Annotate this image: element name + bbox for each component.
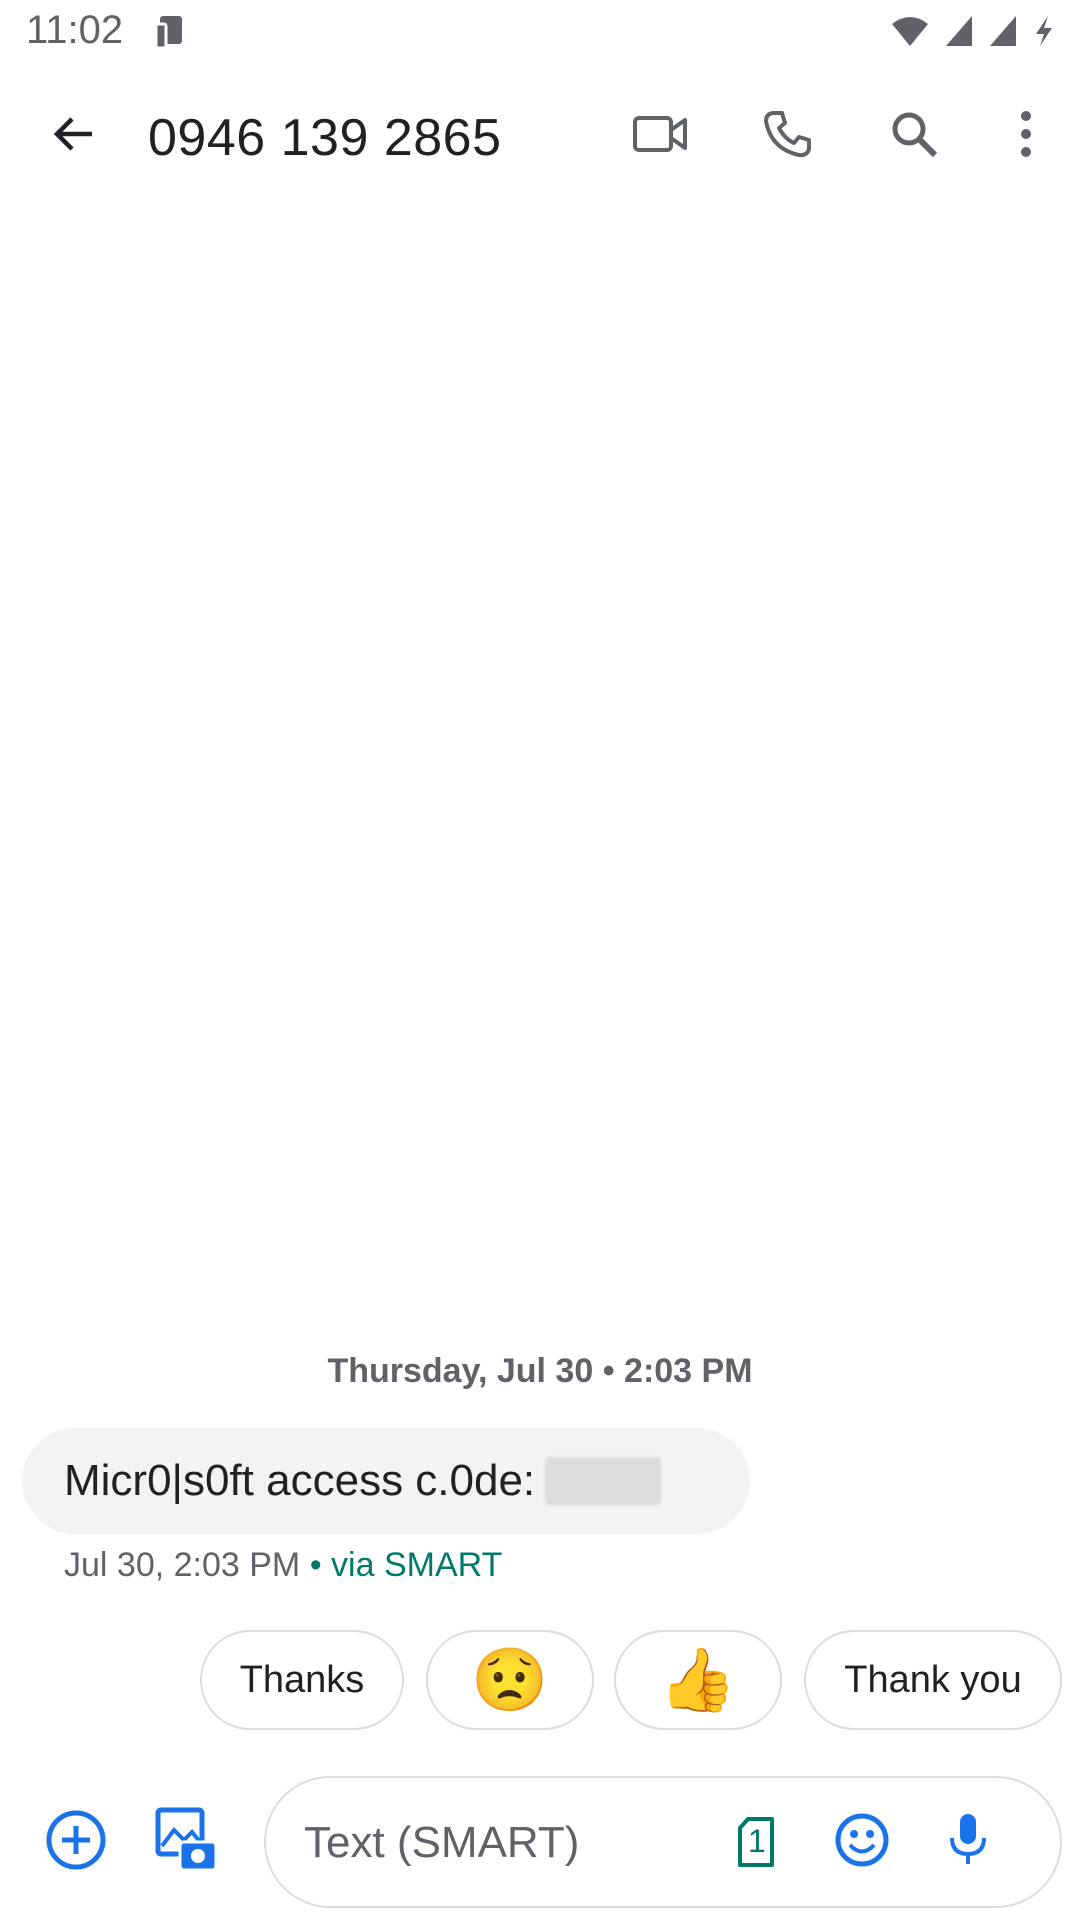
more-options-button[interactable] [986, 96, 1066, 176]
emoji-icon [834, 1812, 890, 1873]
smart-reply-chip[interactable]: 👍 [614, 1630, 782, 1730]
signal-icon [944, 14, 974, 53]
add-attachment-button[interactable] [36, 1802, 116, 1882]
smart-reply-chip[interactable]: Thanks [200, 1630, 404, 1730]
phone-icon [763, 109, 813, 164]
status-bar: 11:02 [0, 0, 1080, 64]
back-button[interactable] [34, 96, 114, 176]
conversation-title: 0946 139 2865 [148, 109, 502, 167]
voice-input-button[interactable] [928, 1802, 1008, 1882]
video-call-button[interactable] [620, 96, 700, 176]
message-meta: Jul 30, 2:03 PM • via SMART [64, 1546, 502, 1585]
notification-icon [152, 12, 192, 57]
sim-number: 1 [748, 1823, 766, 1859]
sim-selector-button[interactable]: 1 [716, 1802, 796, 1882]
search-icon [889, 109, 939, 164]
message-via: • via SMART [300, 1546, 503, 1584]
microphone-icon [948, 1812, 988, 1873]
sim-card-icon: 1 [736, 1816, 776, 1868]
status-time: 11:02 [26, 8, 124, 52]
date-header: Thursday, Jul 30 • 2:03 PM [327, 1352, 753, 1390]
compose-box: 1 [264, 1776, 1062, 1908]
toolbar: 0946 139 2865 [0, 64, 1080, 212]
gallery-camera-icon [152, 1806, 220, 1879]
wifi-icon [890, 14, 930, 53]
redacted-code [545, 1457, 662, 1505]
message-input[interactable] [302, 1778, 726, 1908]
signal-icon [988, 14, 1018, 53]
message-bubble[interactable]: Micr0|s0ft access c.0de: [22, 1428, 750, 1534]
emoji-button[interactable] [822, 1802, 902, 1882]
battery-charging-icon [1032, 14, 1056, 53]
gallery-button[interactable] [146, 1802, 226, 1882]
smart-reply-chip[interactable]: 😟 [426, 1630, 594, 1730]
more-vert-icon [1020, 110, 1032, 163]
message-timestamp: Jul 30, 2:03 PM [64, 1546, 301, 1584]
search-button[interactable] [874, 96, 954, 176]
status-icons [890, 14, 1056, 53]
smart-reply-chip[interactable]: Thank you [804, 1630, 1062, 1730]
back-arrow-icon [50, 110, 98, 163]
add-circle-icon [44, 1808, 108, 1877]
video-call-icon [632, 114, 688, 159]
phone-call-button[interactable] [748, 96, 828, 176]
message-text: Micr0|s0ft access c.0de: [64, 1456, 536, 1505]
